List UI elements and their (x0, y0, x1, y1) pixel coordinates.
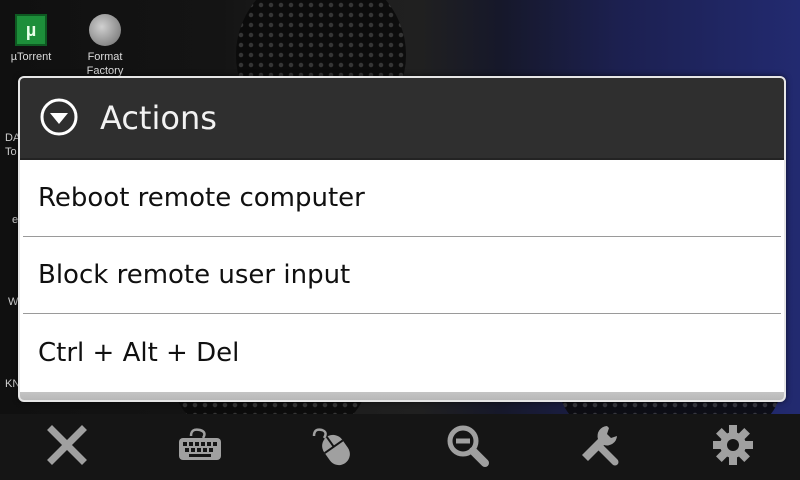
keyboard-button[interactable] (170, 417, 230, 477)
desktop-icon-utorrent[interactable]: µ µTorrent (0, 14, 66, 64)
close-button[interactable] (37, 417, 97, 477)
desktop-icon-format-factory[interactable]: Format Factory (70, 14, 140, 78)
action-label: Ctrl + Alt + Del (38, 337, 240, 368)
settings-button[interactable] (703, 417, 763, 477)
desktop-icon-label-partial: To (5, 146, 17, 158)
dropdown-circle-icon (40, 98, 78, 136)
zoom-out-icon (444, 422, 490, 472)
utorrent-icon: µ (15, 14, 47, 46)
tools-button[interactable] (570, 417, 630, 477)
keyboard-icon (177, 422, 223, 472)
dialog-footer (20, 392, 784, 400)
gear-icon (710, 422, 756, 472)
mouse-button[interactable] (303, 417, 363, 477)
wrench-icon (577, 422, 623, 472)
zoom-out-button[interactable] (437, 417, 497, 477)
desktop-icon-label-partial: W (8, 296, 19, 308)
close-icon (44, 422, 90, 472)
action-block-remote-user-input[interactable]: Block remote user input (23, 237, 781, 314)
actions-dialog: Actions Reboot remote computer Block rem… (18, 76, 786, 402)
dialog-title: Actions (100, 99, 217, 137)
desktop-icon-label: µTorrent (10, 51, 52, 63)
bottom-toolbar (0, 414, 800, 480)
action-label: Block remote user input (38, 260, 351, 290)
action-label: Reboot remote computer (38, 183, 365, 213)
desktop-icon-label: Format Factory (86, 51, 124, 77)
format-factory-icon (89, 14, 121, 46)
dialog-header: Actions (20, 78, 784, 160)
action-ctrl-alt-del[interactable]: Ctrl + Alt + Del (23, 314, 781, 391)
action-reboot-remote-computer[interactable]: Reboot remote computer (23, 160, 781, 237)
mouse-icon (310, 422, 356, 472)
